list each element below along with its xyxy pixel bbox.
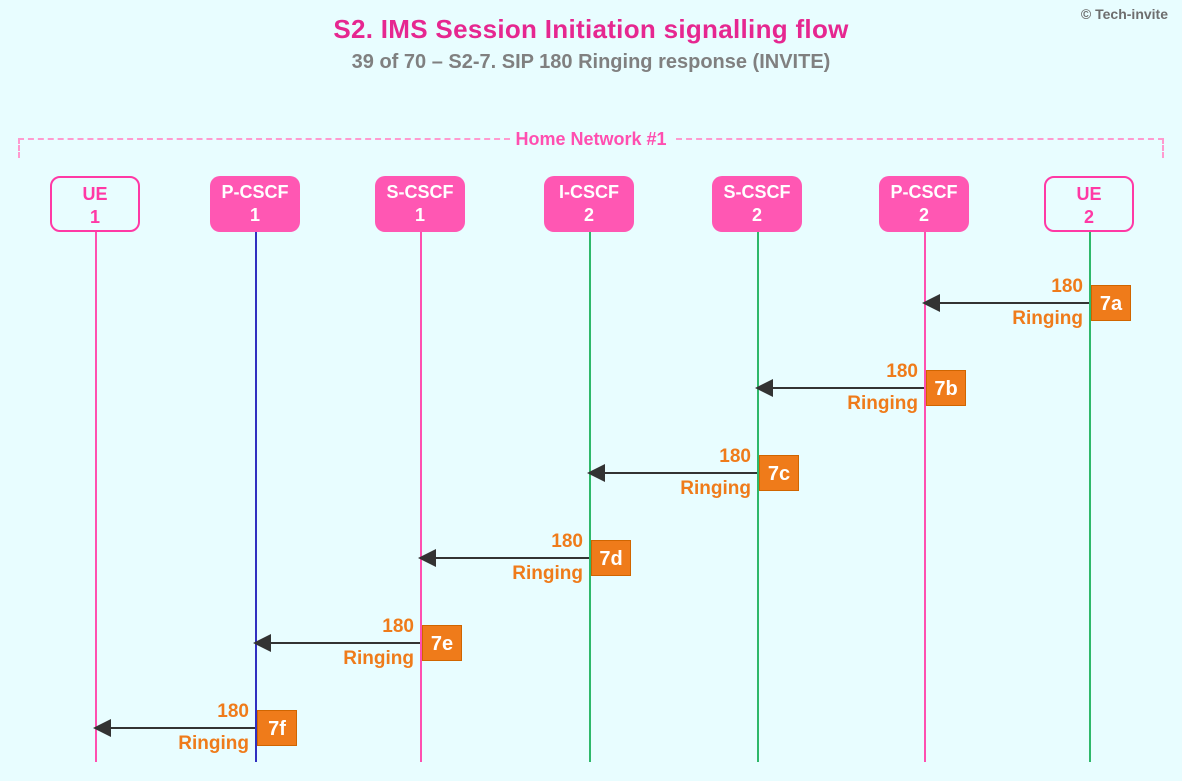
message-code: 180 — [719, 446, 751, 468]
arrow-line — [924, 302, 1089, 304]
step-badge: 7d — [591, 540, 631, 576]
node-index: 2 — [544, 204, 634, 227]
arrow-line — [589, 472, 757, 474]
node-label: UE — [1046, 183, 1132, 206]
message-text: Ringing — [847, 393, 918, 415]
diagram-page: © Tech-invite S2. IMS Session Initiation… — [0, 0, 1182, 781]
message-code: 180 — [217, 701, 249, 723]
home-network-tick-left — [18, 138, 20, 158]
message-7e: 180Ringing7e — [255, 620, 462, 668]
node-index: 1 — [52, 206, 138, 229]
message-7d: 180Ringing7d — [420, 535, 631, 583]
node-label: S-CSCF — [375, 181, 465, 204]
arrow-line — [757, 387, 924, 389]
node-label: P-CSCF — [210, 181, 300, 204]
step-badge: 7a — [1091, 285, 1131, 321]
node-label: UE — [52, 183, 138, 206]
message-text: Ringing — [343, 648, 414, 670]
arrow-left-icon — [922, 294, 940, 312]
step-badge: 7c — [759, 455, 799, 491]
message-code: 180 — [1051, 276, 1083, 298]
message-7f: 180Ringing7f — [95, 705, 297, 753]
message-text: Ringing — [178, 733, 249, 755]
node-scscf-1: S-CSCF1 — [375, 176, 465, 232]
lifeline-2 — [420, 232, 422, 762]
copyright-text: © Tech-invite — [1081, 6, 1168, 22]
message-code: 180 — [551, 531, 583, 553]
node-ue-2: UE2 — [1044, 176, 1134, 232]
message-text: Ringing — [512, 563, 583, 585]
message-text: Ringing — [1012, 308, 1083, 330]
page-subtitle: 39 of 70 – S2-7. SIP 180 Ringing respons… — [0, 51, 1182, 74]
lifeline-0 — [95, 232, 97, 762]
message-code: 180 — [886, 361, 918, 383]
node-icscf-2: I-CSCF2 — [544, 176, 634, 232]
arrow-line — [255, 642, 420, 644]
node-index: 1 — [210, 204, 300, 227]
message-code: 180 — [382, 616, 414, 638]
node-label: I-CSCF — [544, 181, 634, 204]
arrow-left-icon — [93, 719, 111, 737]
node-pcscf-2: P-CSCF2 — [879, 176, 969, 232]
lifeline-1 — [255, 232, 257, 762]
step-badge: 7f — [257, 710, 297, 746]
message-text: Ringing — [680, 478, 751, 500]
node-label: S-CSCF — [712, 181, 802, 204]
node-label: P-CSCF — [879, 181, 969, 204]
arrow-left-icon — [587, 464, 605, 482]
node-scscf-2: S-CSCF2 — [712, 176, 802, 232]
message-7a: 180Ringing7a — [924, 280, 1131, 328]
node-ue-1: UE1 — [50, 176, 140, 232]
arrow-left-icon — [418, 549, 436, 567]
node-index: 2 — [1046, 206, 1132, 229]
arrow-line — [420, 557, 589, 559]
home-network-tick-right — [1162, 138, 1164, 158]
message-7b: 180Ringing7b — [757, 365, 966, 413]
home-network-bracket-left — [18, 138, 510, 140]
step-badge: 7b — [926, 370, 966, 406]
node-index: 1 — [375, 204, 465, 227]
page-title: S2. IMS Session Initiation signalling fl… — [0, 0, 1182, 45]
node-index: 2 — [712, 204, 802, 227]
node-index: 2 — [879, 204, 969, 227]
arrow-left-icon — [755, 379, 773, 397]
arrow-left-icon — [253, 634, 271, 652]
message-7c: 180Ringing7c — [589, 450, 799, 498]
node-pcscf-1: P-CSCF1 — [210, 176, 300, 232]
arrow-line — [95, 727, 255, 729]
home-network-bracket-right — [676, 138, 1164, 140]
step-badge: 7e — [422, 625, 462, 661]
